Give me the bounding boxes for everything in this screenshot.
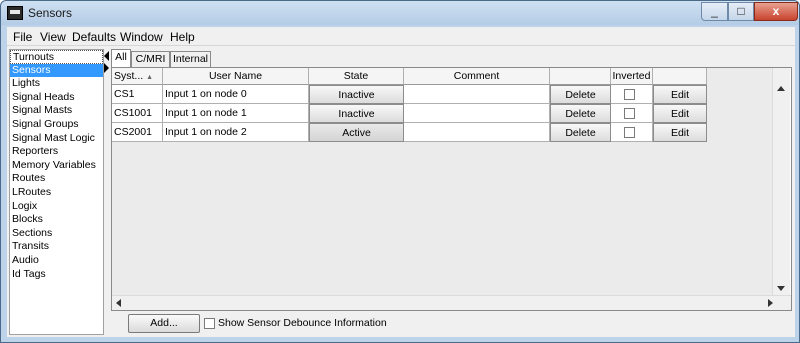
sort-ascending-icon: ▲ — [146, 74, 154, 81]
list-item-signal-heads[interactable]: Signal Heads — [10, 91, 103, 105]
list-item-signal-masts[interactable]: Signal Masts — [10, 104, 103, 118]
delete-button[interactable]: Delete — [550, 85, 611, 104]
sensor-table-panel: Syst... ▲ User Name State Comment Invert… — [111, 67, 792, 311]
state-toggle-button[interactable]: Active — [309, 123, 404, 142]
list-item-signal-groups[interactable]: Signal Groups — [10, 118, 103, 132]
scroll-down-icon[interactable] — [777, 286, 785, 291]
scroll-left-icon[interactable] — [116, 299, 121, 307]
list-item-transits[interactable]: Transits — [10, 240, 103, 254]
menu-view[interactable]: View — [40, 30, 66, 44]
list-item-routes[interactable]: Routes — [10, 172, 103, 186]
cell-user-name[interactable]: Input 1 on node 0 — [163, 85, 309, 104]
content-area: Turnouts Sensors Lights Signal Heads Sig… — [7, 46, 795, 337]
cell-user-name[interactable]: Input 1 on node 1 — [163, 104, 309, 123]
cell-inverted — [611, 123, 653, 142]
scroll-up-icon[interactable] — [777, 86, 785, 91]
list-item-memory-variables[interactable]: Memory Variables — [10, 159, 103, 173]
tab-internal[interactable]: Internal — [170, 51, 211, 67]
inverted-checkbox[interactable] — [624, 89, 635, 100]
list-item-turnouts[interactable]: Turnouts — [10, 50, 103, 64]
menu-bar: File View Defaults Window Help — [7, 27, 795, 46]
list-item-blocks[interactable]: Blocks — [10, 213, 103, 227]
cell-system-name[interactable]: CS1001 — [112, 104, 163, 123]
delete-button[interactable]: Delete — [550, 104, 611, 123]
cell-user-name[interactable]: Input 1 on node 2 — [163, 123, 309, 142]
cell-comment[interactable] — [404, 123, 550, 142]
menu-help[interactable]: Help — [170, 30, 195, 44]
debounce-label[interactable]: Show Sensor Debounce Information — [218, 317, 387, 329]
list-item-logix[interactable]: Logix — [10, 200, 103, 214]
horizontal-scrollbar[interactable] — [112, 295, 791, 310]
menu-window[interactable]: Window — [120, 30, 163, 44]
tab-cmri[interactable]: C/MRI — [131, 51, 170, 67]
vertical-scrollbar[interactable] — [772, 68, 790, 295]
cell-inverted — [611, 85, 653, 104]
state-toggle-button[interactable]: Inactive — [309, 104, 404, 123]
list-item-sections[interactable]: Sections — [10, 227, 103, 241]
header-inverted[interactable]: Inverted — [611, 68, 653, 85]
maximize-button[interactable]: □ — [728, 2, 754, 21]
list-item-sensors[interactable]: Sensors — [10, 63, 103, 78]
split-pane-divider[interactable] — [104, 49, 110, 335]
header-state[interactable]: State — [309, 68, 404, 85]
header-edit[interactable] — [653, 68, 707, 85]
sensor-table: Syst... ▲ User Name State Comment Invert… — [112, 68, 772, 295]
cell-system-name[interactable]: CS1 — [112, 85, 163, 104]
header-user-name[interactable]: User Name — [163, 68, 309, 85]
cell-inverted — [611, 104, 653, 123]
inverted-checkbox[interactable] — [624, 108, 635, 119]
state-toggle-button[interactable]: Inactive — [309, 85, 404, 104]
list-item-lroutes[interactable]: LRoutes — [10, 186, 103, 200]
expand-right-icon[interactable] — [104, 63, 109, 73]
edit-button[interactable]: Edit — [653, 85, 707, 104]
list-item-audio[interactable]: Audio — [10, 254, 103, 268]
add-sensor-button[interactable]: Add... — [128, 314, 200, 333]
table-type-list[interactable]: Turnouts Sensors Lights Signal Heads Sig… — [9, 49, 104, 335]
edit-button[interactable]: Edit — [653, 104, 707, 123]
list-item-signal-mast-logic[interactable]: Signal Mast Logic — [10, 132, 103, 146]
menu-defaults[interactable]: Defaults — [72, 30, 116, 44]
list-item-lights[interactable]: Lights — [10, 77, 103, 91]
edit-button[interactable]: Edit — [653, 123, 707, 142]
tab-all[interactable]: All — [111, 49, 131, 68]
minimize-button[interactable]: _ — [701, 2, 728, 21]
cell-system-name[interactable]: CS2001 — [112, 123, 163, 142]
cell-comment[interactable] — [404, 104, 550, 123]
list-item-reporters[interactable]: Reporters — [10, 145, 103, 159]
menu-file[interactable]: File — [13, 30, 32, 44]
header-delete[interactable] — [550, 68, 611, 85]
app-icon — [7, 6, 23, 20]
close-button[interactable]: x — [754, 2, 798, 21]
delete-button[interactable]: Delete — [550, 123, 611, 142]
window-title: Sensors — [28, 6, 73, 20]
list-item-id-tags[interactable]: Id Tags — [10, 268, 103, 282]
sensors-window: Sensors _ □ x File View Defaults Window … — [0, 0, 800, 343]
inverted-checkbox[interactable] — [624, 127, 635, 138]
debounce-checkbox[interactable] — [204, 318, 215, 329]
title-bar[interactable]: Sensors _ □ x — [1, 1, 799, 25]
collapse-left-icon[interactable] — [104, 51, 109, 61]
header-system[interactable]: Syst... ▲ — [112, 68, 163, 85]
cell-comment[interactable] — [404, 85, 550, 104]
header-comment[interactable]: Comment — [404, 68, 550, 85]
scroll-right-icon[interactable] — [768, 299, 773, 307]
